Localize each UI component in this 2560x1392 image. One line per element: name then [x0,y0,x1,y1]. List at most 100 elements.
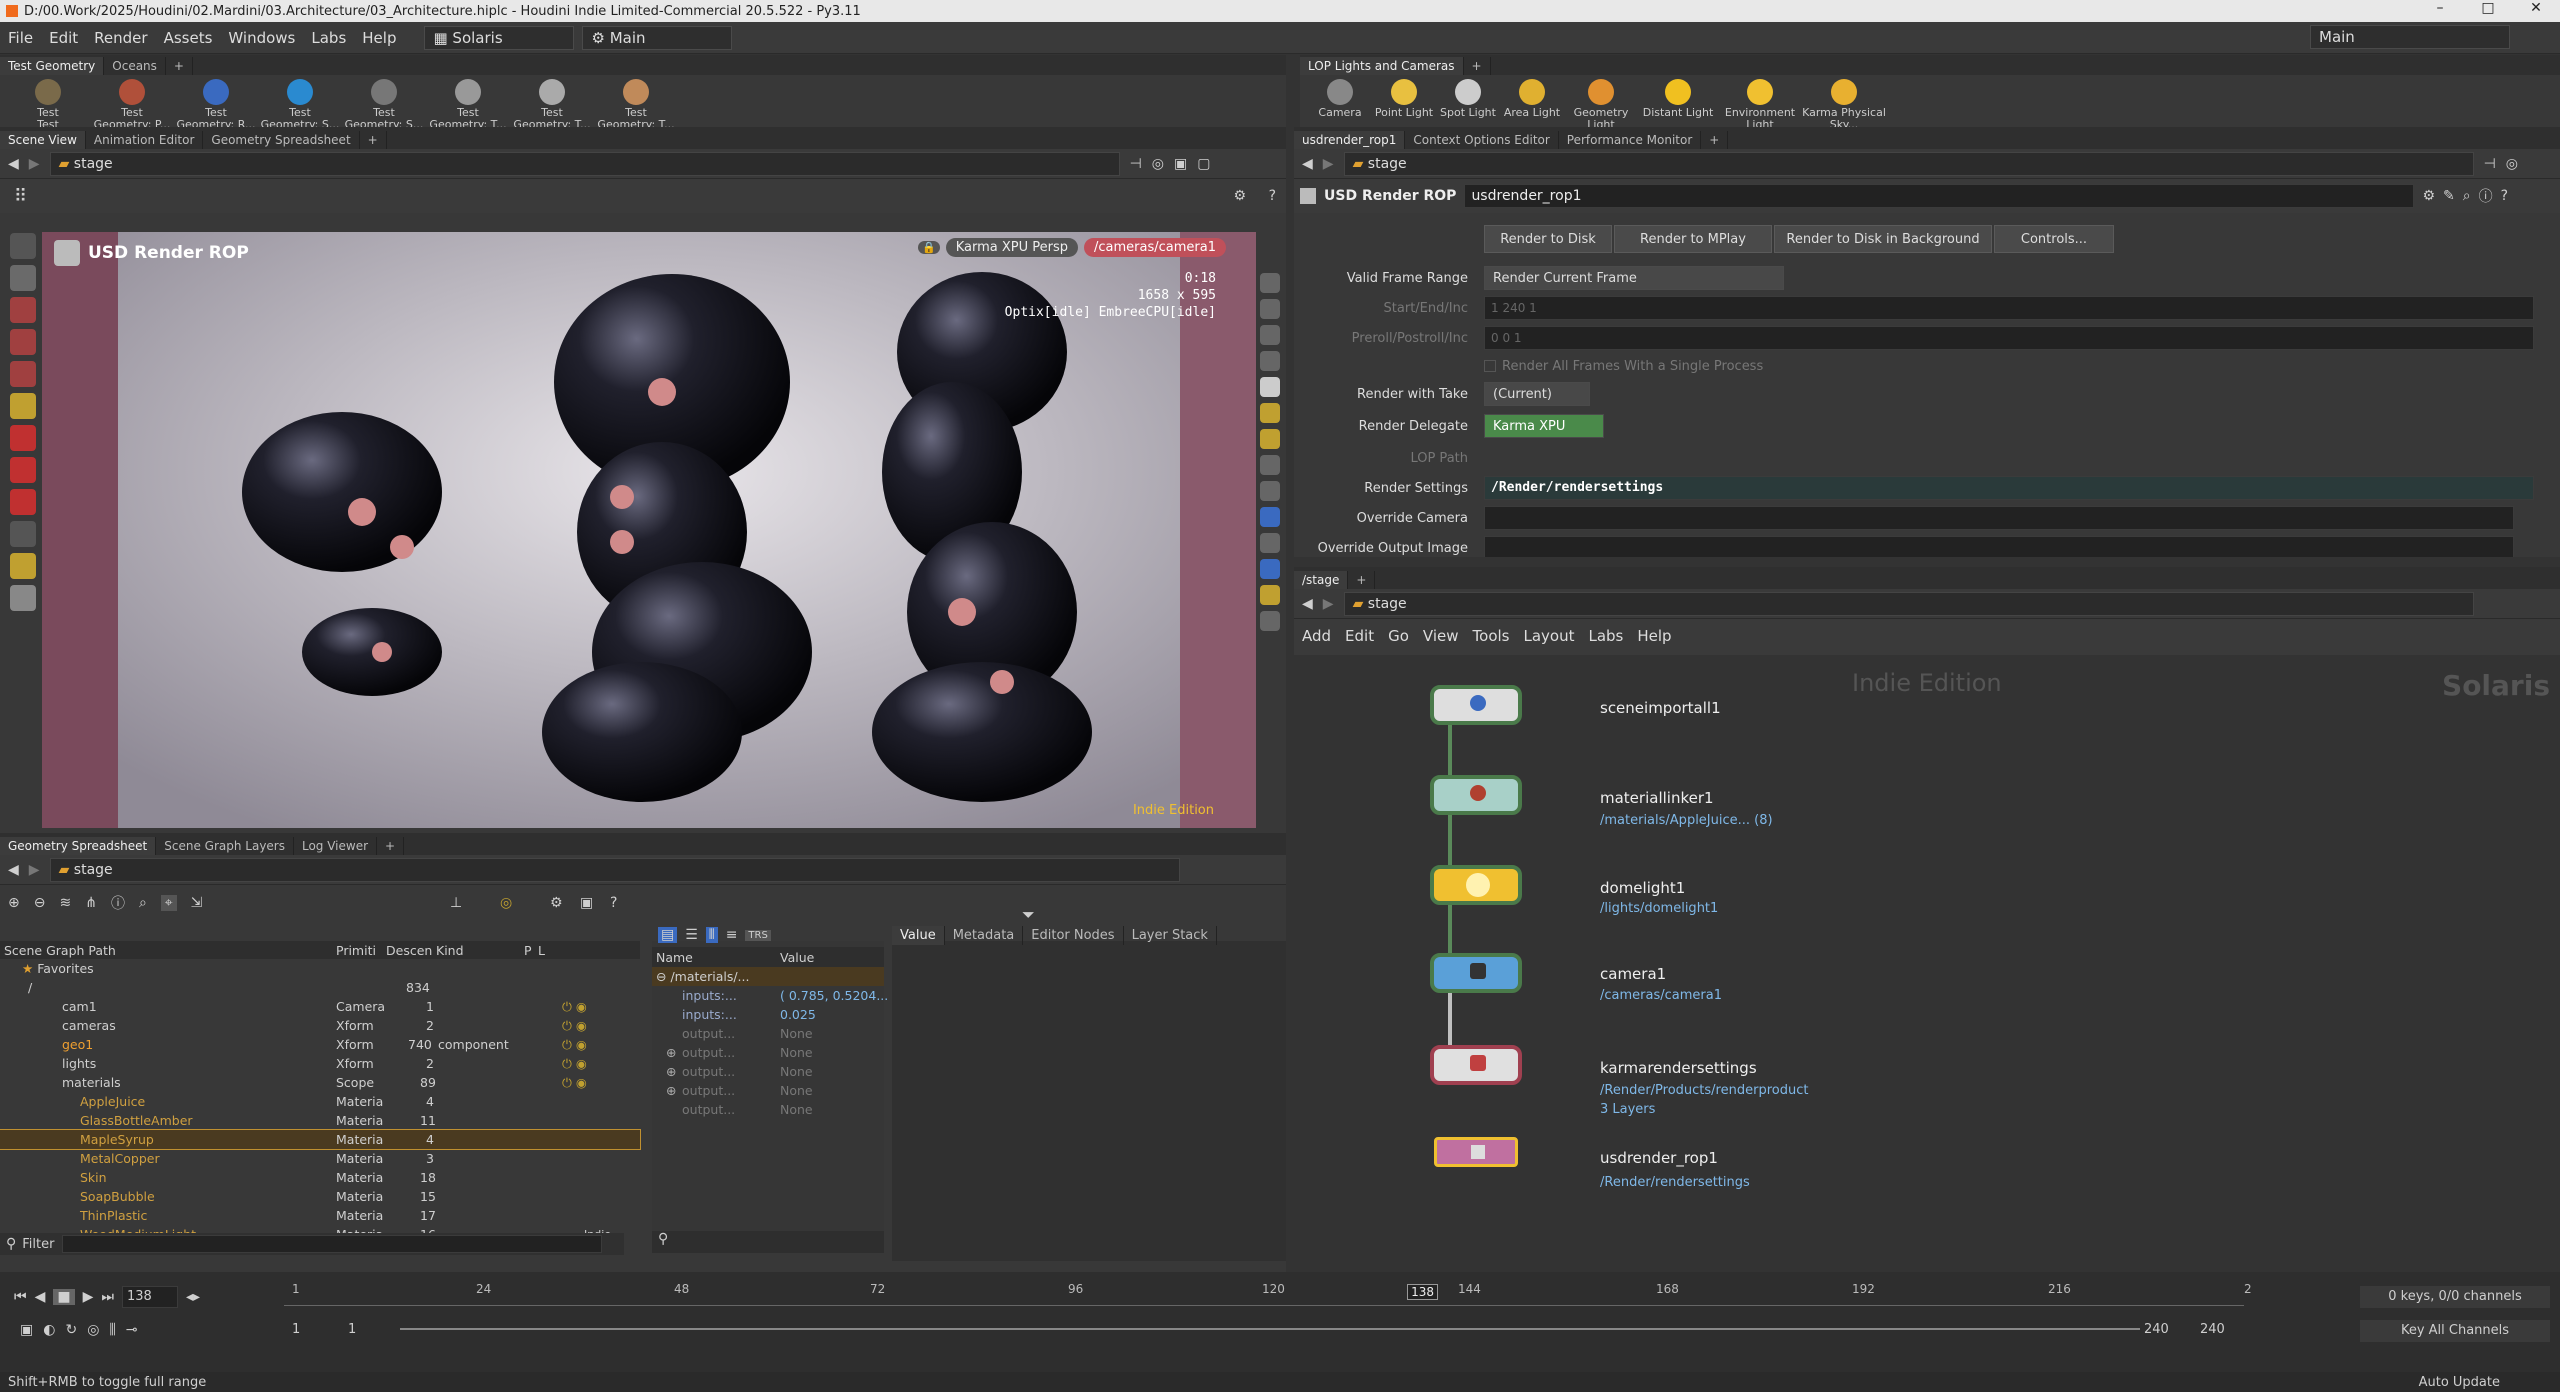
table-row[interactable]: geo1 Xform 740 component ⏻ ◉ [0,1035,640,1054]
keys-channels-dropdown[interactable]: 0 keys, 0/0 channels [2360,1286,2550,1308]
table-row[interactable]: MetalCopper Materia 3 [0,1149,640,1168]
range-end-field[interactable]: 240 [2144,1322,2169,1337]
scenegraph-path-field[interactable]: ▰ stage [49,857,1180,882]
pin-icon[interactable]: ⊣ [1130,156,1142,172]
tab-metadata[interactable]: Metadata [945,925,1024,945]
info-icon[interactable]: ⓘ [2479,186,2493,206]
help-icon[interactable]: ? [1269,188,1276,204]
range-icon[interactable]: ▣ [20,1322,33,1338]
tab-layer-stack[interactable]: Layer Stack [1124,925,1217,945]
tab-log-viewer[interactable]: Log Viewer [294,837,378,855]
property-row[interactable]: ⊖ /materials/... [652,967,884,986]
jump-end-icon[interactable]: ⏭ [101,1289,114,1305]
back-arrow-icon[interactable]: ◀ [1302,596,1313,612]
property-row[interactable]: output... None [652,1100,884,1119]
render-background-button[interactable]: Render to Disk in Background [1774,225,1992,253]
filter-icon[interactable]: ⏷ [1022,905,1035,925]
network-menu-help[interactable]: Help [1637,627,1671,645]
forward-arrow-icon[interactable]: ▶ [29,862,40,878]
add-shelf-tab-icon[interactable]: + [166,57,193,75]
camera-menu[interactable]: /cameras/camera1 [1083,238,1226,257]
desktop-dropdown[interactable]: ▦ Solaris [424,25,575,50]
spot-light-tool[interactable]: Spot Light [1436,79,1500,127]
key-all-channels-dropdown[interactable]: Key All Channels [2360,1320,2550,1342]
target-icon[interactable]: ◎ [500,895,512,911]
property-row[interactable]: ⊕ output... None [652,1043,884,1062]
distant-light-tool[interactable]: Distant Light [1638,79,1718,127]
gear-icon[interactable]: ⚙ [550,895,563,911]
override-camera-field[interactable] [1484,506,2514,530]
geometry-light-tool[interactable]: Geometry Light [1564,79,1638,127]
rotate-tool-icon[interactable] [10,329,36,355]
tab-performance-monitor[interactable]: Performance Monitor [1559,131,1702,149]
tab-usdrender-rop[interactable]: usdrender_rop1 [1294,131,1406,149]
lock-icon[interactable] [10,265,36,291]
close-icon[interactable] [1260,351,1280,371]
shelf-tool[interactable]: Test Geometry: P... [92,79,172,127]
tab-value[interactable]: Value [892,925,945,945]
visibility-icon[interactable]: ⏻ ◉ [562,1073,587,1092]
auto-update-dropdown[interactable]: Auto Update [2419,1375,2500,1390]
table-row[interactable]: Skin Materia 18 [0,1168,640,1187]
range-start-field[interactable]: 1 [292,1322,300,1337]
shelf-tool[interactable]: Test Geometry: R... [176,79,256,127]
node-domelight1[interactable] [1430,865,1522,905]
back-arrow-icon[interactable]: ◀ [8,862,19,878]
tab-scene-graph-layers[interactable]: Scene Graph Layers [156,837,294,855]
point-light-tool[interactable]: Point Light [1372,79,1436,127]
add-prim-icon[interactable]: ⊕ [8,895,20,911]
handles-menu-icon[interactable]: ⠿ [14,186,27,207]
lock-icon[interactable]: 🔒 [918,241,940,254]
network-canvas[interactable]: Indie Edition Solaris sceneimportall1 ma… [1294,655,2560,1272]
stop-icon[interactable]: ■ [53,1289,75,1305]
scale-tool-icon[interactable] [10,361,36,387]
loop-icon[interactable]: ↻ [65,1322,77,1338]
menu-file[interactable]: File [0,29,41,47]
network-menu-view[interactable]: View [1423,627,1459,645]
pin-icon[interactable]: ⊣ [2484,156,2496,172]
table-row-selected[interactable]: MapleSyrup Materia 4 [0,1129,641,1150]
node-sceneimportall1[interactable] [1430,685,1522,725]
layout-icon[interactable]: ▤ [658,927,678,943]
property-row[interactable]: inputs:... 0.025 [652,1005,884,1024]
trs-icon[interactable]: TRS [745,929,771,941]
step-icon[interactable]: ◂▸ [186,1289,200,1305]
search-icon[interactable]: ⌕ [139,895,147,911]
snapshot-icon[interactable] [1260,299,1280,319]
fps-icon[interactable]: ⫼ [109,1322,115,1338]
properties-filter[interactable]: ⚲ [652,1231,884,1253]
tab-stage[interactable]: /stage [1294,571,1349,589]
table-row[interactable]: cam1 Camera 1 ⏻ ◉ [0,997,640,1016]
table-row[interactable]: materials Scope 89 ⏻ ◉ [0,1073,640,1092]
expand-icon[interactable]: ⇲ [191,895,203,911]
visibility-icon[interactable]: ⏻ ◉ [562,997,587,1016]
override-output-field[interactable] [1484,536,2514,557]
light-icon[interactable] [1260,403,1280,423]
layout-icon[interactable]: ⫴ [705,927,718,943]
menu-windows[interactable]: Windows [220,29,303,47]
camera-icon[interactable]: ▣ [580,895,593,911]
camera-icon[interactable] [1260,455,1280,475]
network-menu-go[interactable]: Go [1388,627,1409,645]
render-delegate-dropdown[interactable]: Karma XPU [1484,414,1604,438]
viewport[interactable]: USD Render ROP 🔒 Karma XPU Persp /camera… [42,232,1256,828]
menu-edit[interactable]: Edit [41,29,86,47]
table-row[interactable]: /834 [0,978,640,997]
shelf-tool[interactable]: Test Geometry: S... [260,79,340,127]
node-camera1[interactable] [1430,953,1522,993]
property-row[interactable]: ⊕ output... None [652,1062,884,1081]
timeline-marker[interactable]: 138 [1407,1284,1438,1300]
add-tab-icon[interactable]: + [377,837,405,855]
help-icon[interactable]: ? [610,895,617,911]
tab-animation-editor[interactable]: Animation Editor [86,131,204,149]
lop-path-field[interactable] [1484,446,2484,470]
param-path-field[interactable]: ▰ stage [1343,151,2474,176]
display-icon[interactable] [1260,585,1280,605]
renderer-menu[interactable]: Karma XPU Persp [945,238,1078,257]
visibility-icon[interactable]: ⏻ ◉ [562,1054,587,1073]
range-start2-field[interactable]: 1 [348,1322,356,1337]
tab-geometry-spreadsheet[interactable]: Geometry Spreadsheet [203,131,360,149]
filter-input[interactable] [62,1235,603,1253]
network-menu-add[interactable]: Add [1302,627,1331,645]
range-slider[interactable] [400,1328,2140,1330]
